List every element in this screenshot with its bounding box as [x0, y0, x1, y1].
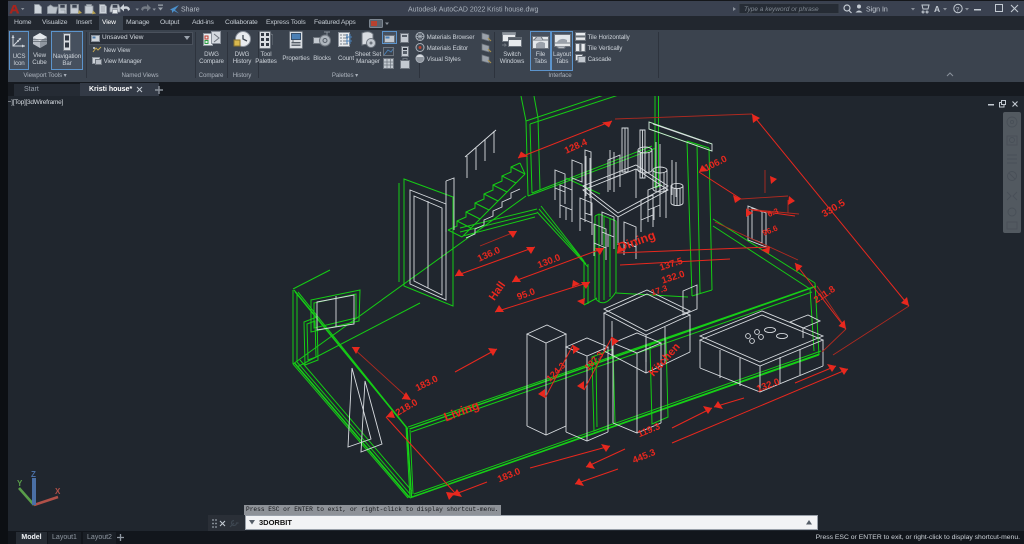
svg-text:Hall: Hall	[487, 280, 508, 303]
svg-text:Type a keyword or phrase: Type a keyword or phrase	[744, 6, 819, 13]
svg-text:17.3: 17.3	[650, 283, 669, 298]
svg-text:95.0: 95.0	[516, 286, 537, 303]
svg-text:132.0: 132.0	[755, 376, 781, 394]
svg-text:Y: Y	[17, 479, 23, 488]
svg-text:Dining: Dining	[616, 228, 657, 254]
svg-text:Autodesk AutoCAD 2022: Autodesk AutoCAD 2022	[408, 7, 486, 14]
svg-text:Z: Z	[31, 470, 36, 479]
svg-text:X: X	[55, 487, 61, 496]
svg-text:445.3: 445.3	[631, 447, 657, 466]
svg-text:96.6: 96.6	[761, 223, 779, 237]
svg-text:183.0: 183.0	[496, 466, 522, 485]
svg-text:128.4: 128.4	[563, 137, 590, 157]
svg-text:Sign In: Sign In	[866, 7, 888, 14]
svg-text:330.5: 330.5	[820, 197, 847, 220]
svg-text:124.3: 124.3	[544, 360, 567, 383]
svg-text:Kristi house.dwg: Kristi house.dwg	[487, 7, 538, 14]
svg-text:218.0: 218.0	[394, 397, 420, 418]
svg-text:183.0: 183.0	[414, 374, 440, 394]
svg-text:106.0: 106.0	[703, 154, 729, 174]
svg-text:136.0: 136.0	[476, 245, 502, 265]
svg-text:A: A	[934, 4, 940, 14]
svg-text:Share: Share	[181, 7, 200, 14]
svg-text:6.3: 6.3	[766, 206, 780, 219]
svg-text:?: ?	[956, 6, 960, 13]
svg-text:119.3: 119.3	[636, 421, 662, 440]
svg-text:Living: Living	[442, 398, 481, 424]
